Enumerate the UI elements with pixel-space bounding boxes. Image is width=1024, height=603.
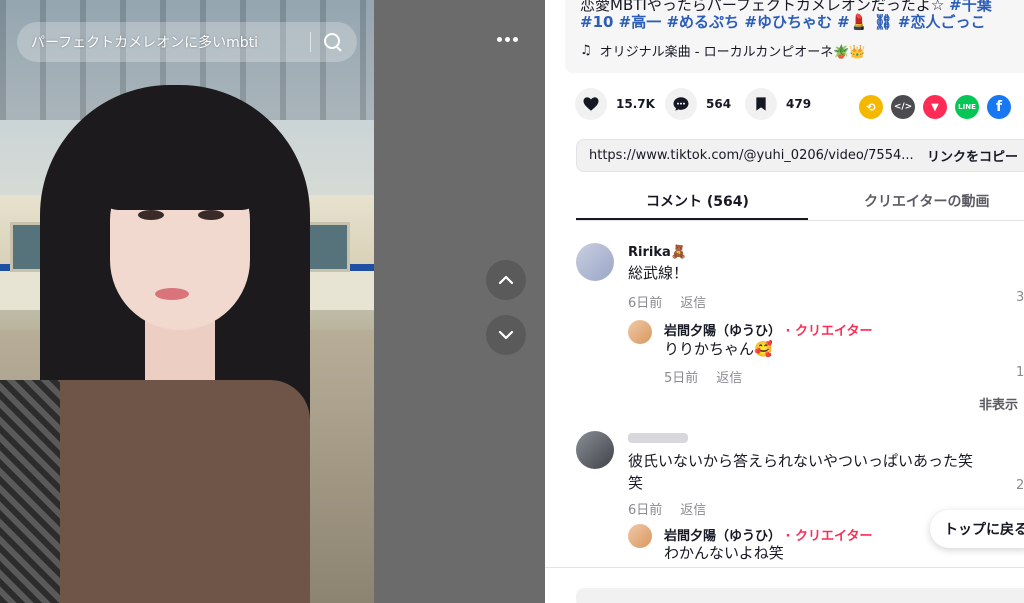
creator-badge: · クリエイター	[785, 324, 873, 339]
chevron-up-icon	[498, 275, 514, 285]
back-to-top-button[interactable]: トップに戻る	[930, 510, 1024, 548]
like-button[interactable]: 15.7K	[575, 88, 655, 120]
comment-author[interactable]: Ririka🧸	[628, 245, 687, 260]
video-player[interactable]: パーフェクトカメレオンに多いmbti	[0, 0, 545, 603]
creator-badge: · クリエイター	[785, 529, 873, 544]
comment-time: 6日前	[628, 296, 663, 311]
reply-text: りりかちゃん🥰	[664, 340, 773, 358]
person-eye	[198, 210, 224, 220]
comment-author[interactable]	[628, 433, 688, 443]
comment-button[interactable]: 564	[665, 88, 731, 120]
reply-text: わかんないよね笑	[664, 544, 784, 562]
tab-comments[interactable]: コメント (564)	[646, 191, 749, 211]
bookmark-icon[interactable]	[745, 88, 777, 120]
reply-button[interactable]: 返信	[680, 296, 706, 311]
video-search-box[interactable]: パーフェクトカメレオンに多いmbti	[17, 22, 357, 62]
comment-like-count[interactable]: 2	[1016, 478, 1024, 493]
previous-video-button[interactable]	[486, 260, 526, 300]
comment-time: 6日前	[628, 503, 663, 518]
save-button[interactable]: 479	[745, 88, 811, 120]
avatar[interactable]	[576, 431, 614, 469]
share-link-url[interactable]: https://www.tiktok.com/@yuhi_0206/video/…	[577, 148, 917, 163]
search-divider	[310, 32, 311, 52]
reply-button[interactable]: 返信	[716, 371, 742, 386]
line-icon[interactable]: LINE	[955, 95, 979, 119]
person-bag	[0, 380, 60, 603]
comment-count: 564	[706, 97, 732, 111]
comment-meta: 6日前 返信	[628, 292, 706, 311]
share-link-box: https://www.tiktok.com/@yuhi_0206/video/…	[576, 139, 1024, 172]
video-side-panel: 恋愛MBTIやったらパーフェクトカメレオンだったよ☆ #千葉 #10 #高一 #…	[545, 0, 1024, 603]
person-eye	[138, 210, 164, 220]
reply-like-count[interactable]: 1	[1016, 365, 1024, 380]
hashtag-list[interactable]: #10 #高一 #めるぷち #ゆひちゃむ #💄 ⛓ #恋人ごっこ	[580, 11, 986, 32]
copy-link-button[interactable]: リンクをコピー	[917, 146, 1018, 165]
comment-text: 総武線！	[628, 264, 689, 282]
video-frame[interactable]: パーフェクトカメレオンに多いmbti	[0, 0, 374, 603]
repost-icon[interactable]: ⟲	[859, 95, 883, 119]
person-lips	[155, 288, 189, 300]
comment-like-count[interactable]: 3	[1016, 290, 1024, 305]
comment-meta: 6日前 返信	[628, 499, 706, 518]
comment-text-wrap: 笑	[628, 474, 644, 492]
facebook-icon[interactable]: f	[987, 95, 1011, 119]
music-note-icon: ♫	[580, 43, 592, 58]
search-icon[interactable]	[323, 32, 343, 52]
save-count: 479	[786, 97, 812, 111]
reply-time: 5日前	[664, 371, 699, 386]
hide-replies-button[interactable]: 非表示	[979, 394, 1018, 413]
more-options-button[interactable]	[487, 19, 527, 59]
music-title[interactable]: オリジナル楽曲 - ローカルカンピオーネ🪴👑	[600, 41, 866, 60]
avatar[interactable]	[628, 320, 652, 344]
dot-icon	[512, 36, 518, 42]
heart-icon[interactable]	[575, 88, 607, 120]
reply-author-name[interactable]: 岩間夕陽（ゆうひ）	[664, 324, 781, 339]
action-bar: 15.7K 564 479 ⟲ </> ▼ LINE f	[575, 88, 1024, 124]
music-link[interactable]: ♫ オリジナル楽曲 - ローカルカンピオーネ🪴👑	[580, 41, 866, 60]
avatar[interactable]	[576, 243, 614, 281]
tab-creator-videos[interactable]: クリエイターの動画	[864, 191, 989, 211]
comment-tabs: コメント (564) クリエイターの動画	[576, 185, 1024, 221]
video-search-text[interactable]: パーフェクトカメレオンに多いmbti	[31, 32, 298, 52]
reply-button[interactable]: 返信	[680, 503, 706, 518]
active-tab-indicator	[576, 218, 808, 220]
dot-icon	[504, 36, 510, 42]
send-icon[interactable]: ▼	[923, 95, 947, 119]
comment-text: 彼氏いないから答えられないやついっぱいあった笑	[628, 452, 974, 470]
comment-icon[interactable]	[665, 88, 697, 120]
reply-author[interactable]: 岩間夕陽（ゆうひ） · クリエイター	[664, 320, 873, 339]
chevron-down-icon	[498, 330, 514, 340]
comment-input[interactable]	[576, 588, 1024, 603]
like-count: 15.7K	[616, 97, 655, 111]
embed-icon[interactable]: </>	[891, 95, 915, 119]
reply-meta: 5日前 返信	[664, 367, 742, 386]
description-card: 恋愛MBTIやったらパーフェクトカメレオンだったよ☆ #千葉 #10 #高一 #…	[565, 0, 1024, 73]
avatar[interactable]	[628, 524, 652, 548]
next-video-button[interactable]	[486, 315, 526, 355]
person-top	[20, 380, 310, 603]
dot-icon	[496, 36, 502, 42]
